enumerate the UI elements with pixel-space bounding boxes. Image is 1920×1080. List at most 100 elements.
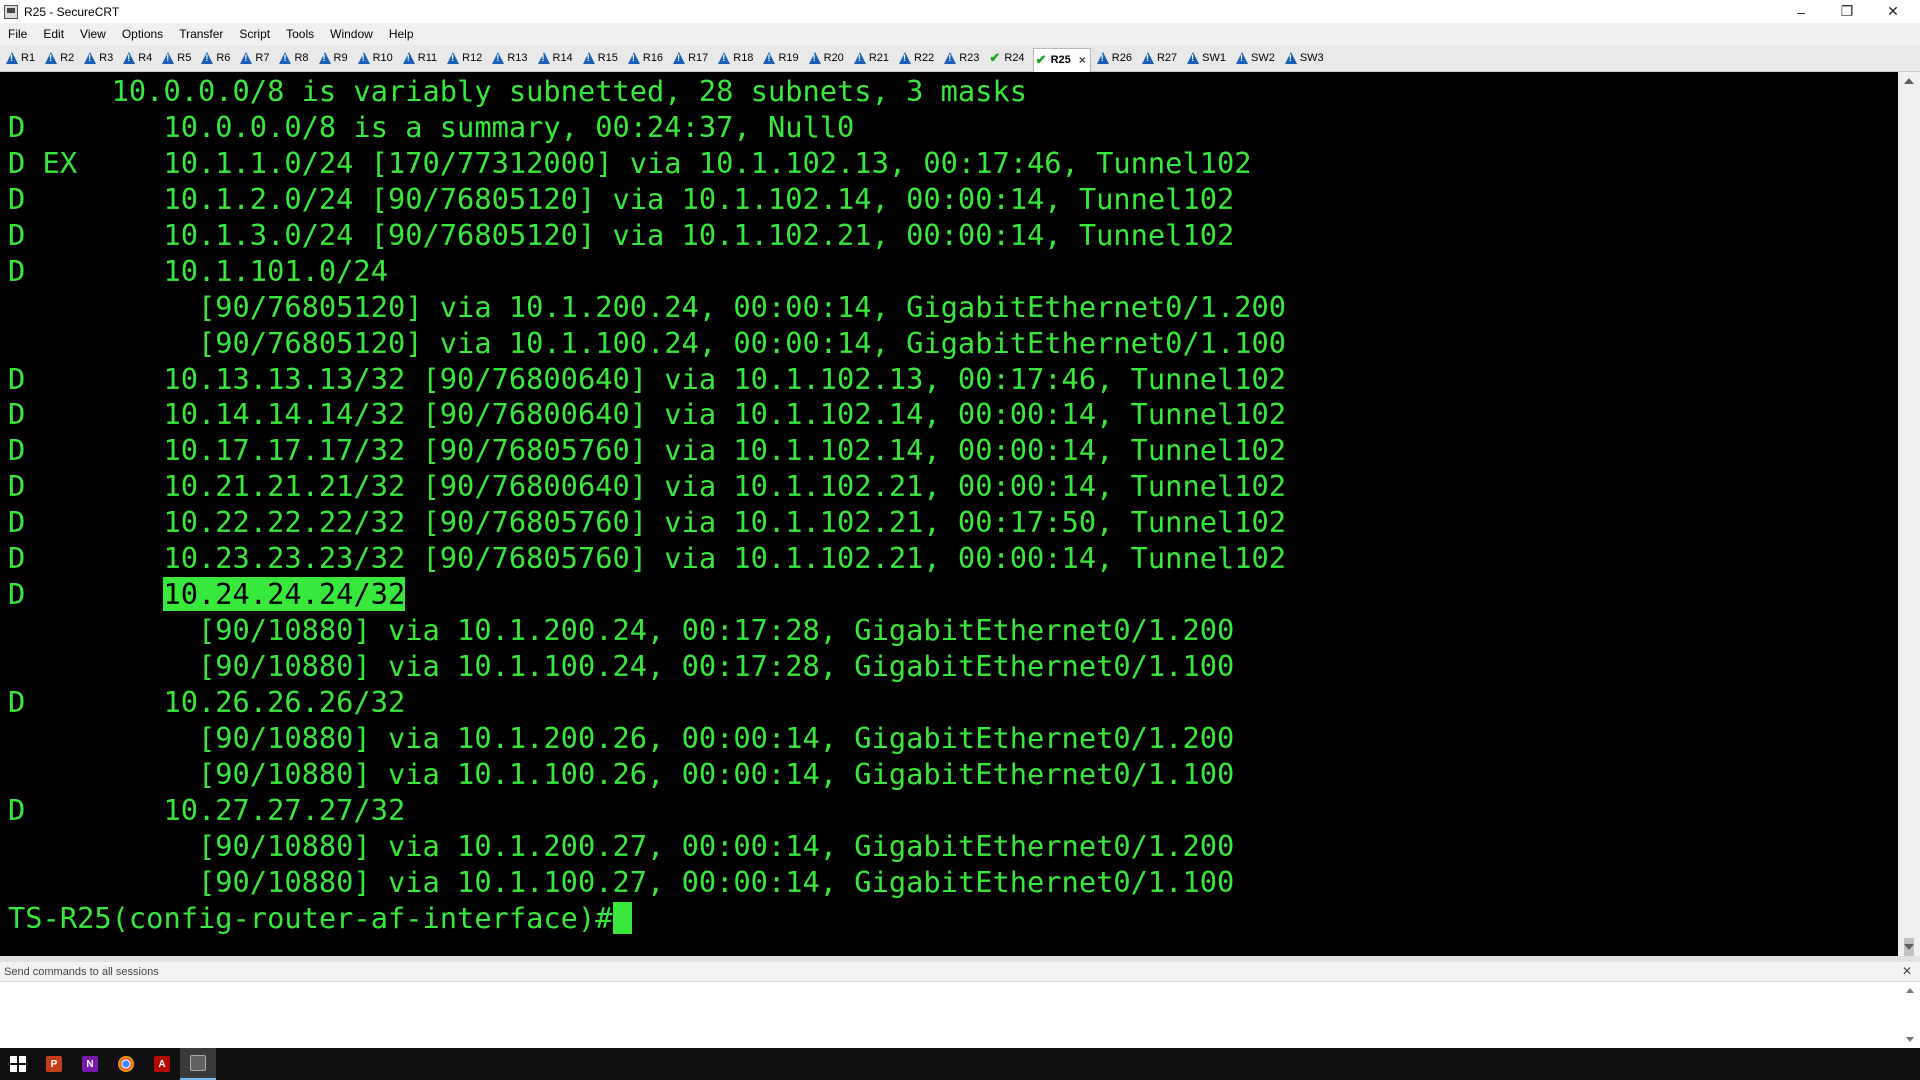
tab-r13[interactable]: R13 [490,48,531,69]
menu-help[interactable]: Help [389,27,414,41]
tab-r2[interactable]: R2 [43,48,78,69]
tab-r7[interactable]: R7 [238,48,273,69]
tab-r10[interactable]: R10 [356,48,397,69]
menu-file[interactable]: File [8,27,27,41]
disconnected-warning-icon [1187,52,1200,64]
scroll-up-arrow-icon[interactable] [1904,78,1914,84]
tab-label: R9 [333,52,348,64]
close-window-button[interactable]: ✕ [1870,0,1916,23]
tab-label: R10 [372,52,393,64]
terminal-line: D 10.1.3.0/24 [90/76805120] via 10.1.102… [8,217,1235,252]
tab-r12[interactable]: R12 [445,48,486,69]
tab-sw2[interactable]: SW2 [1234,48,1279,69]
tab-label: R5 [177,52,192,64]
tab-r27[interactable]: R27 [1140,48,1181,69]
text-cursor [612,901,632,934]
disconnected-warning-icon [718,52,731,64]
tab-r4[interactable]: R4 [121,48,156,69]
tab-r20[interactable]: R20 [807,48,848,69]
tab-label: R17 [688,52,709,64]
disconnected-warning-icon [357,52,370,64]
taskbar-acrobat[interactable]: A [144,1048,180,1080]
start-button[interactable] [0,1048,36,1080]
tab-r9[interactable]: R9 [317,48,352,69]
disconnected-warning-icon [944,52,957,64]
send-scroll-down-icon[interactable] [1906,1037,1914,1042]
tab-label: R26 [1111,52,1132,64]
tab-r6[interactable]: R6 [199,48,234,69]
tab-label: R16 [642,52,664,64]
tab-close-icon[interactable]: × [1079,53,1086,67]
tab-r8[interactable]: R8 [277,48,312,69]
menu-edit[interactable]: Edit [43,27,64,41]
restore-button[interactable]: ❐ [1824,0,1870,23]
terminal-line: D 10.0.0.0/8 is a summary, 00:24:37, Nul… [8,109,855,144]
tab-r15[interactable]: R15 [581,48,622,69]
tab-r18[interactable]: R18 [716,48,757,69]
terminal-scrollbar[interactable] [1898,72,1920,998]
terminal-line: D 10.17.17.17/32 [90/76805760] via 10.1.… [8,433,1287,468]
minimize-button[interactable]: – [1778,0,1824,23]
terminal-line: [90/10880] via 10.1.200.26, 00:00:14, Gi… [8,720,1235,755]
menu-script[interactable]: Script [239,27,270,41]
menu-options[interactable]: Options [122,27,163,41]
tab-r1[interactable]: R1 [4,48,39,69]
windows-logo-icon [10,1056,26,1072]
tab-r3[interactable]: R3 [82,48,117,69]
tab-r16[interactable]: R16 [626,48,667,69]
send-commands-panel: Send commands to all sessions ✕ [0,956,1920,1048]
disconnected-warning-icon [318,52,331,64]
taskbar-chrome[interactable] [108,1048,144,1080]
taskbar-powerpoint[interactable]: P [36,1048,72,1080]
tab-r25[interactable]: ✔ R25 × [1032,47,1091,72]
tab-r19[interactable]: R19 [761,48,802,69]
tab-r21[interactable]: R21 [852,48,893,69]
session-tab-bar: R1 R2 R3 R4 R5 R6 R7 R8 R9 R10 R11 R12 R13 R14 R15 R16 R… [0,45,1920,72]
disconnected-warning-icon [6,52,18,64]
title-bar: R25 - SecureCRT – ❐ ✕ [0,0,1920,23]
menu-view[interactable]: View [80,27,106,41]
scroll-down-arrow-icon[interactable] [1904,944,1914,950]
tab-r24[interactable]: ✔ R24 [987,48,1028,69]
tab-r22[interactable]: R22 [897,48,938,69]
prompt-line[interactable]: TS-R25(config-router-af-interface)# [8,901,1898,937]
tab-label: R15 [597,52,618,64]
tab-label: R8 [294,52,309,64]
tab-label: R2 [60,52,75,64]
menu-window[interactable]: Window [330,27,373,41]
terminal-line: D 10.13.13.13/32 [90/76800640] via 10.1.… [8,361,1287,396]
disconnected-warning-icon [45,52,58,64]
menu-transfer[interactable]: Transfer [179,27,223,41]
send-commands-input[interactable] [0,982,1900,1048]
tab-r11[interactable]: R11 [401,48,441,69]
tab-r14[interactable]: R14 [536,48,577,69]
disconnected-warning-icon [808,52,821,64]
chrome-icon [118,1056,134,1072]
tab-label: R4 [138,52,153,64]
menu-bar: File Edit View Options Transfer Script T… [0,23,1920,45]
tab-r26[interactable]: R26 [1095,48,1136,69]
tab-label: R24 [1004,52,1025,64]
terminal-line: D 10.23.23.23/32 [90/76805760] via 10.1.… [8,541,1287,576]
selected-route-text[interactable]: 10.24.24.24/32 [163,577,406,612]
connected-check-icon: ✔ [989,50,1001,65]
tab-label: R11 [417,52,438,64]
tab-sw3[interactable]: SW3 [1283,48,1328,69]
terminal-line: [90/76805120] via 10.1.200.24, 00:00:14,… [8,289,1287,324]
tab-label: R27 [1156,52,1178,64]
terminal-output[interactable]: 10.0.0.0/8 is variably subnetted, 28 sub… [0,72,1898,956]
taskbar-onenote[interactable]: N [72,1048,108,1080]
menu-tools[interactable]: Tools [286,27,314,41]
tab-sw1[interactable]: SW1 [1185,48,1230,69]
taskbar-securecrt[interactable] [180,1048,216,1080]
terminal-line: [90/76805120] via 10.1.100.24, 00:00:14,… [8,325,1287,360]
tab-label: R13 [507,52,528,64]
tab-label: R19 [778,52,799,64]
tab-r23[interactable]: R23 [942,48,983,69]
tab-r17[interactable]: R17 [671,48,712,69]
tab-r5[interactable]: R5 [160,48,195,69]
tab-label: R1 [21,52,36,64]
disconnected-warning-icon [402,52,415,64]
send-scroll-up-icon[interactable] [1906,988,1914,993]
send-panel-close-icon[interactable]: ✕ [1902,964,1912,978]
